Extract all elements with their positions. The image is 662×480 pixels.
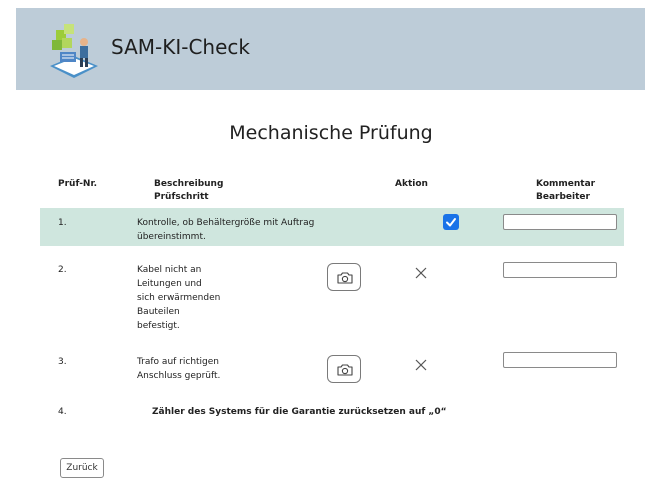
- header-beschreibung-line2: Prüfschritt: [154, 192, 209, 202]
- row-1-nr: 1.: [58, 218, 67, 228]
- page-title: Mechanische Prüfung: [229, 122, 433, 144]
- back-button[interactable]: Zurück: [60, 458, 104, 478]
- row-2-desc-line4: Bauteilen: [137, 307, 180, 317]
- row-1-desc-line1: Kontrolle, ob Behältergröße mit Auftrag: [137, 218, 315, 228]
- row-3-desc-line1: Trafo auf richtigen: [137, 357, 220, 367]
- row-2-desc-line1: Kabel nicht an: [137, 265, 202, 275]
- app-header: SAM-KI-Check: [16, 8, 645, 90]
- row-4-nr: 4.: [58, 407, 67, 417]
- row-2-desc-line2: Leitungen und: [137, 279, 202, 289]
- app-title: SAM-KI-Check: [111, 35, 250, 59]
- row-2-comment-input[interactable]: [503, 262, 617, 278]
- row-3-comment-input[interactable]: [503, 352, 617, 368]
- header-kommentar-line2: Bearbeiter: [536, 192, 590, 202]
- row-2-close-icon[interactable]: [414, 265, 428, 279]
- header-beschreibung-line1: Beschreibung: [154, 179, 224, 189]
- row-2-desc-line5: befestigt.: [137, 321, 180, 331]
- header-kommentar-line1: Kommentar: [536, 179, 596, 189]
- header-pruef-nr: Prüf-Nr.: [58, 179, 98, 189]
- app-logo: [44, 22, 104, 80]
- row-2-camera-button[interactable]: [327, 263, 361, 291]
- header-kommentar: Kommentar Bearbeiter: [536, 178, 595, 204]
- row-2-desc-line3: sich erwärmenden: [137, 293, 221, 303]
- header-beschreibung: Beschreibung Prüfschritt: [154, 178, 223, 204]
- row-1-comment-input[interactable]: [503, 214, 617, 230]
- row-3-desc-line2: Anschluss geprüft.: [137, 371, 221, 381]
- row-1-desc-line2: übereinstimmt.: [137, 232, 206, 242]
- row-2-nr: 2.: [58, 265, 67, 275]
- row-3-camera-button[interactable]: [327, 355, 361, 383]
- row-3-nr: 3.: [58, 357, 67, 367]
- row-1-description: Kontrolle, ob Behältergröße mit Auftrag …: [137, 216, 314, 244]
- row-2-description: Kabel nicht an Leitungen und sich erwärm…: [137, 263, 220, 333]
- camera-icon: [337, 364, 353, 376]
- checkmark-icon: [446, 218, 456, 227]
- row-1-checkbox[interactable]: [443, 214, 459, 230]
- row-3-description: Trafo auf richtigen Anschluss geprüft.: [137, 355, 220, 383]
- header-aktion: Aktion: [395, 179, 428, 189]
- camera-icon: [337, 272, 353, 284]
- row-3-close-icon[interactable]: [414, 357, 428, 371]
- row-4-description: Zähler des Systems für die Garantie zurü…: [152, 407, 447, 417]
